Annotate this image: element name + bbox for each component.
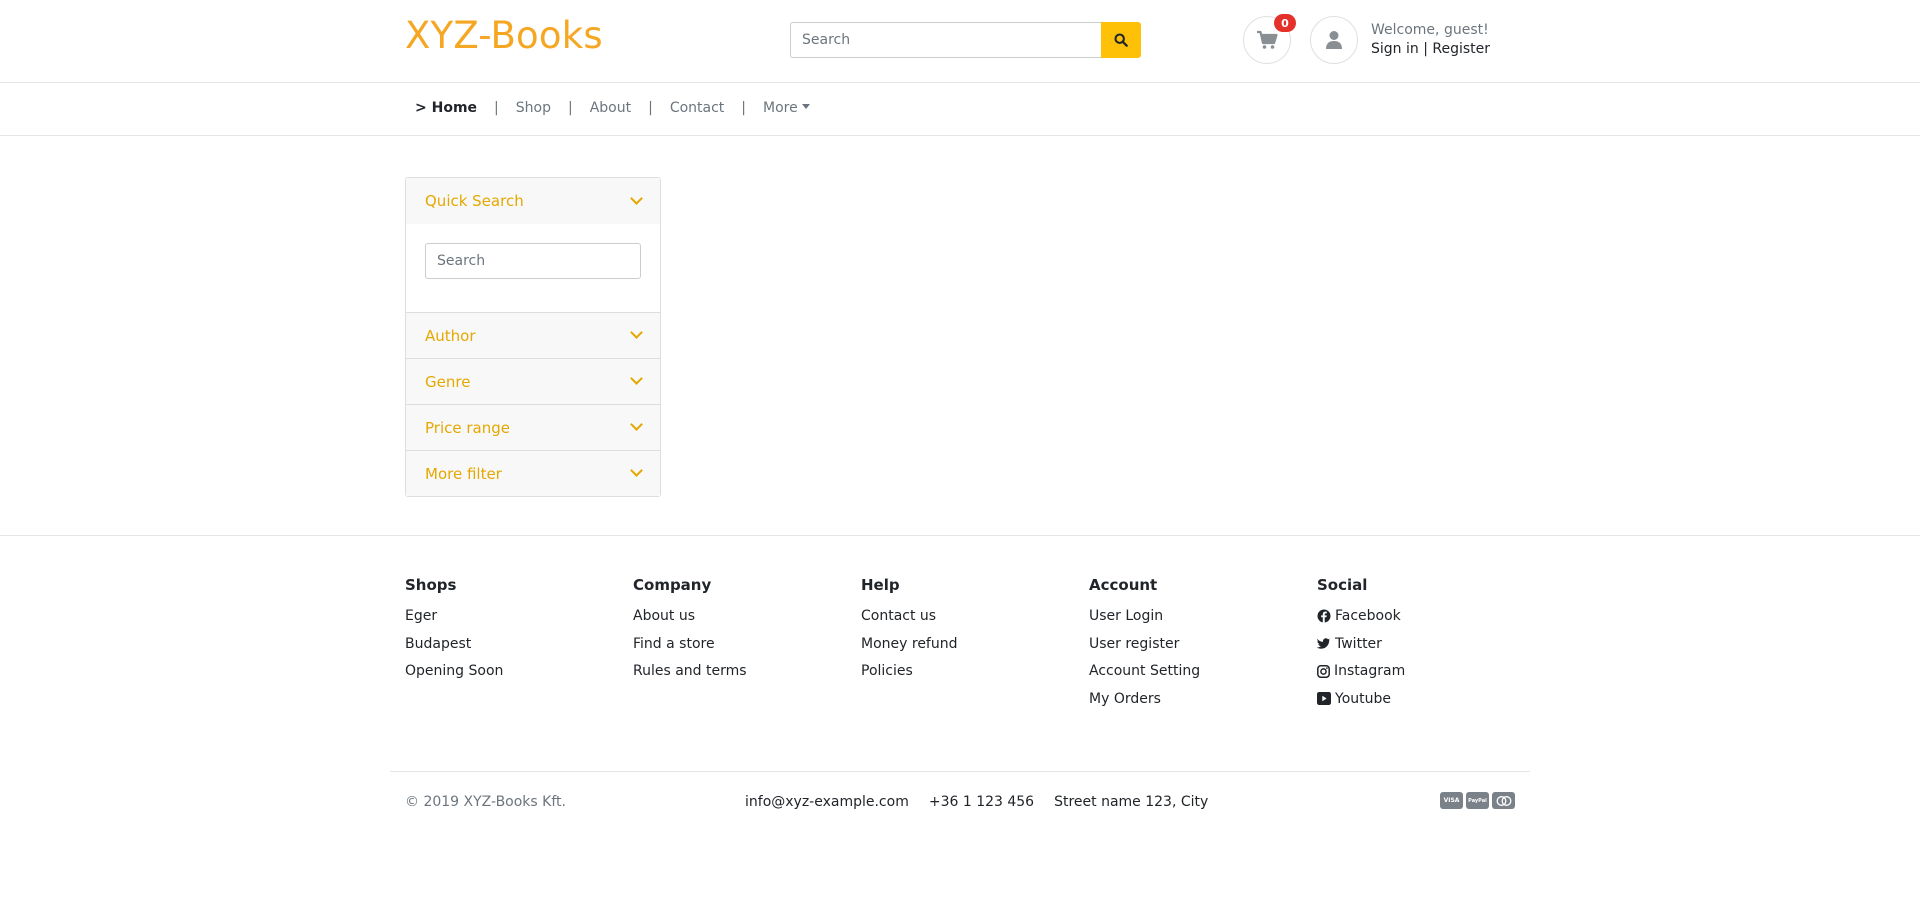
nav-item-home[interactable]: > Home [415, 100, 477, 116]
main-nav: > Home | Shop | About | Contact | More [0, 83, 1920, 136]
nav-item-more-dropdown[interactable]: More [763, 100, 810, 116]
filter-author-toggle[interactable]: Author [406, 313, 660, 358]
footer-link[interactable]: Money refund [861, 635, 1089, 653]
filter-label: Price range [425, 418, 510, 437]
contact-email[interactable]: info@xyz-example.com [745, 794, 909, 810]
contact-phone: +36 1 123 456 [928, 794, 1035, 810]
welcome-text: Welcome, guest! [1371, 22, 1489, 38]
footer-link-twitter[interactable]: Twitter [1317, 635, 1545, 653]
mastercard-circles-icon [1496, 795, 1511, 806]
footer-column-help: Help Contact us Money refund Policies [861, 576, 1089, 717]
nav-separator: | [567, 100, 573, 116]
header-search [790, 22, 1141, 58]
main-content: Quick Search Author Genre [0, 136, 1920, 536]
filter-search-input[interactable] [425, 243, 641, 279]
visa-icon: VISA [1440, 792, 1463, 809]
footer-bottom-bar: © 2019 XYZ-Books Kft. info@xyz-example.c… [405, 792, 1515, 816]
site-header: XYZ-Books 0 [0, 0, 1920, 83]
footer-link[interactable]: My Orders [1089, 690, 1317, 708]
nav-separator: | [648, 100, 653, 116]
filter-author: Author [406, 313, 660, 359]
chevron-down-icon [630, 418, 643, 431]
filter-more-toggle[interactable]: More filter [406, 451, 660, 496]
filter-price-range: Price range [406, 405, 660, 451]
user-account-button[interactable] [1310, 16, 1358, 64]
social-label: Facebook [1335, 608, 1401, 624]
instagram-icon [1317, 664, 1330, 678]
site-logo[interactable]: XYZ-Books [405, 14, 603, 57]
footer-column-title: Company [633, 576, 712, 594]
footer-link[interactable]: Eger [405, 607, 633, 625]
social-label: Instagram [1334, 663, 1406, 679]
contact-info: info@xyz-example.com +36 1 123 456 Stree… [745, 794, 1228, 810]
chevron-down-icon [630, 372, 643, 385]
filter-label: Author [425, 326, 476, 345]
youtube-icon [1317, 692, 1331, 705]
cart-count-badge: 0 [1274, 14, 1296, 32]
filter-genre: Genre [406, 359, 660, 405]
shopping-cart-icon [1257, 30, 1278, 49]
filter-quick-search-toggle[interactable]: Quick Search [406, 178, 660, 224]
social-label: Twitter [1335, 635, 1382, 652]
filter-price-range-toggle[interactable]: Price range [406, 405, 660, 450]
nav-item-more-label: More [763, 100, 798, 116]
payment-methods: VISA PayPal [1437, 792, 1515, 809]
chevron-down-icon [630, 191, 643, 205]
nav-separator: | [494, 100, 499, 116]
header-search-input[interactable] [790, 22, 1101, 58]
footer-link[interactable]: Rules and terms [633, 662, 861, 680]
cart-button[interactable]: 0 [1243, 14, 1296, 64]
filter-label: Quick Search [425, 192, 524, 210]
filter-quick-search: Quick Search [406, 178, 660, 313]
filter-genre-toggle[interactable]: Genre [406, 359, 660, 404]
register-link[interactable]: Register [1432, 41, 1490, 57]
twitter-icon [1317, 637, 1331, 649]
nav-item-shop[interactable]: Shop [516, 100, 551, 116]
footer-link[interactable]: Budapest [405, 635, 633, 653]
user-icon [1326, 31, 1342, 49]
footer-link-instagram[interactable]: Instagram [1317, 662, 1545, 680]
social-label: Youtube [1335, 690, 1391, 707]
contact-address: Street name 123, City [1054, 794, 1209, 810]
footer-link[interactable]: Contact us [861, 607, 1089, 625]
mastercard-icon [1492, 792, 1515, 809]
filter-label: More filter [425, 464, 502, 483]
footer-link-youtube[interactable]: Youtube [1317, 690, 1545, 708]
footer-column-title: Shops [405, 576, 457, 594]
nav-separator: | [741, 100, 746, 116]
caret-down-icon [801, 103, 810, 109]
facebook-icon [1317, 609, 1331, 623]
chevron-down-icon [630, 464, 643, 477]
footer-column-account: Account User Login User register Account… [1089, 576, 1317, 717]
footer-link[interactable]: Opening Soon [405, 662, 633, 680]
footer-link[interactable]: Account Setting [1089, 662, 1317, 680]
site-footer: Shops Eger Budapest Opening Soon Company… [0, 536, 1920, 810]
footer-column-company: Company About us Find a store Rules and … [633, 576, 861, 717]
sign-in-link[interactable]: Sign in [1371, 41, 1419, 57]
footer-column-shops: Shops Eger Budapest Opening Soon [405, 576, 633, 717]
copyright-text: © 2019 XYZ-Books Kft. [405, 794, 566, 810]
footer-divider [390, 771, 1530, 772]
footer-column-title: Account [1089, 576, 1158, 594]
footer-link[interactable]: About us [633, 607, 861, 625]
filter-more: More filter [406, 451, 660, 496]
welcome-block: Welcome, guest! Sign in | Register [1371, 21, 1490, 59]
chevron-down-icon [630, 326, 643, 339]
header-search-button[interactable] [1101, 22, 1141, 58]
filter-label: Genre [425, 372, 471, 391]
nav-item-about[interactable]: About [590, 100, 631, 116]
auth-separator: | [1423, 41, 1428, 57]
footer-column-title: Help [861, 576, 900, 594]
nav-item-contact[interactable]: Contact [670, 100, 724, 116]
footer-link[interactable]: User Login [1089, 607, 1317, 625]
filter-panel: Quick Search Author Genre [405, 177, 661, 497]
search-icon [1114, 33, 1128, 47]
footer-link[interactable]: User register [1089, 635, 1317, 653]
footer-link[interactable]: Find a store [633, 635, 861, 653]
footer-link[interactable]: Policies [861, 662, 1089, 680]
footer-link-facebook[interactable]: Facebook [1317, 607, 1545, 625]
paypal-icon: PayPal [1466, 792, 1489, 809]
footer-column-title: Social [1317, 576, 1368, 594]
footer-column-social: Social Facebook Twitter Instagram Youtub… [1317, 576, 1545, 717]
